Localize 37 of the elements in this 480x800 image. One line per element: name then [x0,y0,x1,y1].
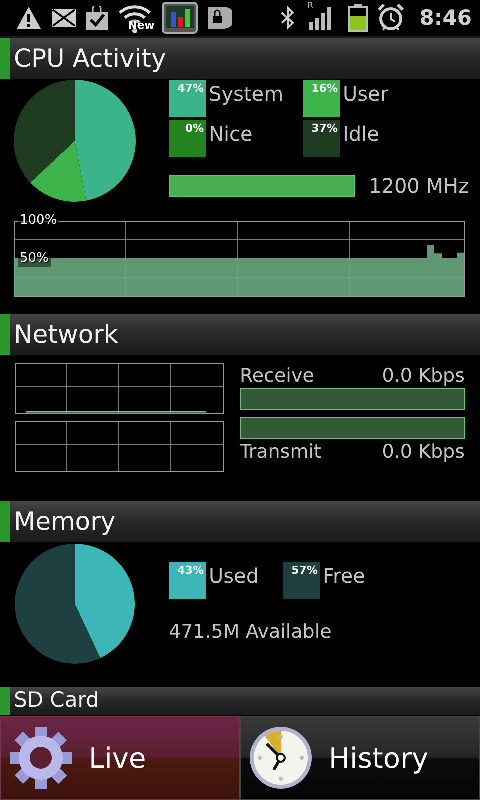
legend-label: User [343,81,389,108]
warning-icon[interactable] [16,6,42,30]
tab[interactable]: Live [0,716,240,800]
traffic-reading: 0.0 Kbps [382,364,465,386]
legend-label: Free [323,563,366,590]
percent-swatch: 37% [303,120,340,157]
frequency-reading: 1200 MHz [369,174,470,198]
legend-label: Idle [343,121,380,148]
clock-time: 8:46 [420,6,472,30]
alarm-clock-icon[interactable] [378,4,404,32]
traffic-label: Transmit [240,440,322,462]
tab[interactable]: History [240,716,480,800]
mail-icon[interactable] [52,9,76,27]
roaming-label: R [308,1,314,10]
percent-swatch: 0% [169,120,206,157]
available-memory: 471.5M Available [169,621,333,643]
gear-icon [7,724,75,792]
legend-label: Nice [209,121,253,148]
percent-swatch: 47% [169,80,206,117]
traffic-reading: 0.0 Kbps [382,440,465,462]
percent-swatch: 43% [169,562,206,599]
checked-bag-icon[interactable] [86,6,108,30]
section-title: CPU Activity [14,44,166,72]
section-title: SD Card [14,689,100,713]
new-label: New [128,19,155,32]
section-title: Memory [14,508,116,536]
legend-label: System [209,81,284,108]
axis-label: 50% [18,251,51,267]
legend-label: Used [209,563,260,590]
percent-swatch: 57% [283,562,320,599]
traffic-label: Receive [240,364,314,386]
lock-tag-icon[interactable] [208,7,232,29]
percent-swatch: 16% [303,80,340,117]
section-title: Network [14,320,118,348]
bar-chart-app-icon[interactable] [162,2,198,34]
clock-icon [247,724,315,792]
battery-icon[interactable] [348,4,368,32]
